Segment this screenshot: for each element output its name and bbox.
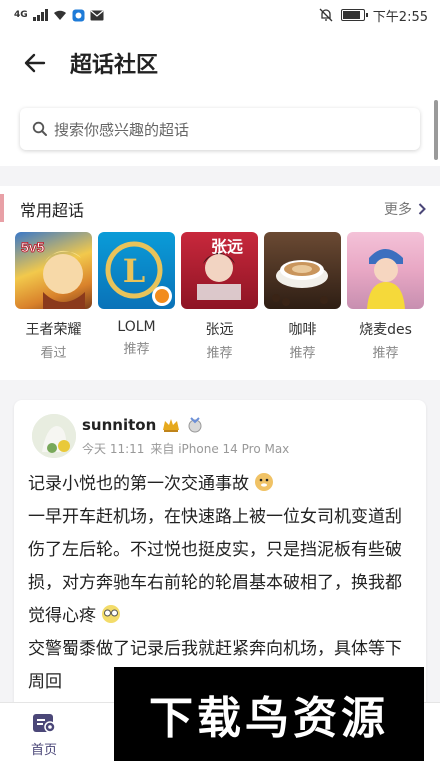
post-line: 记录小悦也的第一次交通事故 <box>28 474 249 494</box>
child-photo-icon <box>367 249 405 309</box>
topic-sub: 推荐 <box>206 346 233 361</box>
topic-item-zhangyuan[interactable]: 张远 张远 推荐 <box>181 232 258 361</box>
scrollbar[interactable] <box>434 100 438 160</box>
topic-sub: 推荐 <box>372 346 399 361</box>
search-placeholder: 搜索你感兴趣的超话 <box>54 120 190 139</box>
medal-badge-icon <box>188 417 202 433</box>
search-area: 搜索你感兴趣的超话 <box>0 96 440 166</box>
page-title: 超话社区 <box>70 53 159 78</box>
heart-ache-emoji-icon <box>102 605 121 623</box>
signal-icon <box>32 9 48 21</box>
topic-item-coffee[interactable]: 咖啡 推荐 <box>264 232 341 361</box>
topic-thumbnail <box>347 232 424 309</box>
tab-home-label: 首页 <box>30 743 57 758</box>
game-hero-icon: 5v5 <box>21 239 85 309</box>
back-button[interactable] <box>0 30 70 96</box>
topic-name: LOLM <box>117 319 156 335</box>
more-button[interactable]: 更多 <box>384 199 426 219</box>
svg-text:5v5: 5v5 <box>21 239 45 255</box>
topic-thumbnail: 张远 <box>181 232 258 309</box>
lol-logo-icon: L <box>105 241 172 306</box>
avatar[interactable] <box>32 414 76 458</box>
section-title: 常用超话 <box>20 201 85 220</box>
topic-name: 咖啡 <box>288 322 317 338</box>
username: sunniton <box>82 416 157 434</box>
topic-thumbnail: 5v5 <box>15 232 92 309</box>
mute-bell-icon <box>319 8 333 22</box>
topic-sub: 看过 <box>40 346 67 361</box>
crown-badge-icon <box>163 419 180 432</box>
battery-icon <box>340 9 368 21</box>
post-line: 一早开车赶机场，在快速路上被一位女司机变道刮伤了左后轮。不过悦也挺皮实，只是挡泥… <box>28 507 402 626</box>
post-meta: 今天 11:11 来自 iPhone 14 Pro Max <box>82 440 289 457</box>
mail-icon <box>90 10 104 20</box>
watermark: 下载鸟资源 <box>114 667 424 761</box>
person-portrait-icon: 张远 <box>197 238 243 300</box>
topic-sub: 推荐 <box>289 346 316 361</box>
svg-text:张远: 张远 <box>211 238 243 256</box>
coffee-cup-icon <box>272 260 328 306</box>
app-shield-icon <box>72 9 85 21</box>
wifi-icon <box>53 10 66 20</box>
status-bar: 4G 下午2:55 <box>0 0 440 30</box>
post-source: 来自 iPhone 14 Pro Max <box>150 442 290 456</box>
post-body: 记录小悦也的第一次交通事故 一早开车赶机场，在快速路上被一位女司机变道刮伤了左后… <box>28 468 414 699</box>
post-author[interactable]: sunniton <box>82 416 204 434</box>
home-tab-icon <box>33 714 56 733</box>
network-type: 4G <box>14 9 28 20</box>
tab-home[interactable]: 首页 <box>14 713 74 758</box>
topic-item-lolm[interactable]: L LOLM 推荐 <box>98 232 175 361</box>
doge-emoji-icon <box>255 473 274 491</box>
post-time: 今天 11:11 <box>82 442 145 456</box>
topic-thumbnail: L <box>98 232 175 309</box>
search-input[interactable]: 搜索你感兴趣的超话 <box>20 108 420 150</box>
common-topics-section: 常用超话 更多 5v5 王者荣耀 看过 L LOLM 推荐 张远 张远 推荐 咖… <box>0 186 440 380</box>
more-label: 更多 <box>384 202 412 218</box>
status-time: 下午2:55 <box>372 9 428 25</box>
section-accent-bar <box>0 194 4 222</box>
app-header: 超话社区 <box>0 30 440 96</box>
topic-name: 烧麦des <box>359 322 412 338</box>
watermark-text: 下载鸟资源 <box>149 693 389 744</box>
topic-name: 张远 <box>205 322 234 338</box>
topic-item-shaomai[interactable]: 烧麦des 推荐 <box>347 232 424 361</box>
arrow-left-icon <box>24 53 46 73</box>
topic-name: 王者荣耀 <box>25 322 82 338</box>
search-icon <box>32 121 47 136</box>
user-avatar-icon <box>32 414 76 458</box>
topic-thumbnail <box>264 232 341 309</box>
svg-text:L: L <box>123 252 146 290</box>
topic-sub: 推荐 <box>123 342 150 357</box>
chevron-right-icon <box>418 203 426 215</box>
topic-item-wangzhe[interactable]: 5v5 王者荣耀 看过 <box>15 232 92 361</box>
